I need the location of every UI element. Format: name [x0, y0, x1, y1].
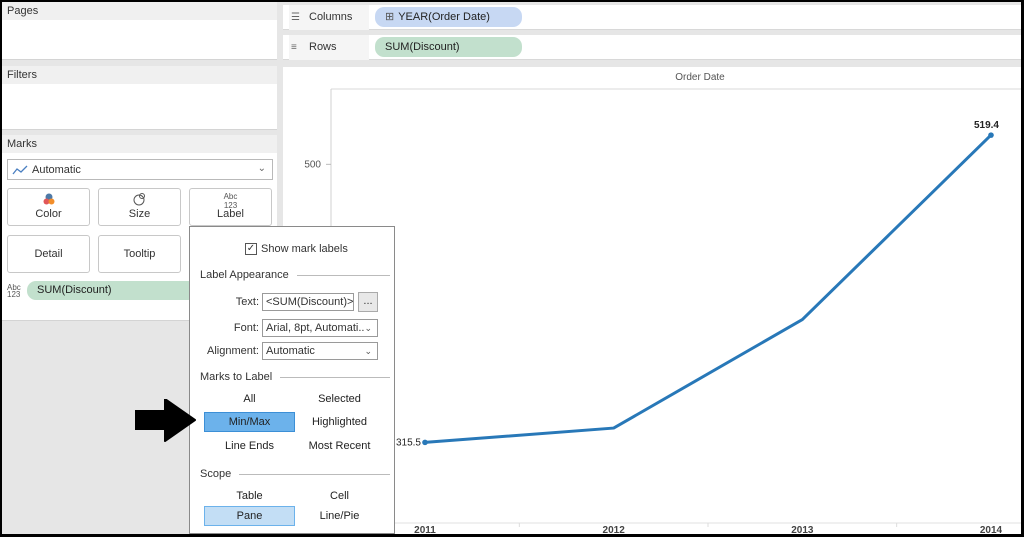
text-field[interactable]: <SUM(Discount)>	[262, 293, 354, 311]
columns-shelf-label: ☰ Columns	[289, 5, 369, 30]
alignment-value: Automatic	[266, 345, 315, 357]
detail-button[interactable]: Detail	[7, 235, 90, 273]
chevron-down-icon: ⌄	[364, 346, 372, 356]
sum-discount-rows-pill[interactable]: SUM(Discount)	[375, 37, 522, 57]
marks-title: Marks	[2, 135, 277, 153]
columns-icon: ☰	[291, 12, 300, 23]
color-button[interactable]: Color	[7, 188, 90, 226]
size-label: Size	[128, 208, 151, 220]
data-point	[422, 439, 428, 446]
tableau-workspace: Pages Filters Marks Automatic ⌄ Color Si…	[2, 2, 1021, 534]
scope-pane[interactable]: Pane	[204, 506, 295, 526]
show-mark-labels-text: Show mark labels	[261, 243, 348, 255]
columns-label-text: Columns	[309, 11, 353, 23]
color-icon	[8, 192, 89, 208]
filters-title: Filters	[2, 66, 277, 84]
divider	[296, 274, 390, 276]
rows-icon: ≡	[291, 42, 297, 53]
label-field-row: Abc 123 SUM(Discount)	[7, 281, 197, 300]
mark-type-value: Automatic	[32, 163, 81, 176]
x-tick-label: 2013	[791, 525, 814, 534]
label-appearance-title: Label Appearance	[200, 269, 289, 281]
option-most-recent[interactable]: Most Recent	[294, 436, 385, 456]
scope-line-pie[interactable]: Line/Pie	[294, 506, 385, 526]
chevron-down-icon: ⌄	[257, 163, 266, 174]
line-chart-icon	[12, 165, 28, 174]
font-field-label: Font:	[233, 322, 259, 334]
text-row: Text: <SUM(Discount)> ...	[190, 292, 390, 312]
text-edit-button[interactable]: ...	[358, 292, 378, 312]
size-icon	[99, 192, 180, 208]
option-highlighted[interactable]: Highlighted	[294, 412, 385, 432]
show-mark-labels-checkbox[interactable]: ✓	[245, 243, 257, 255]
y-tick-label: 500	[304, 159, 321, 170]
year-order-date-pill[interactable]: ⊞ YEAR(Order Date)	[375, 7, 522, 27]
size-button[interactable]: Size	[98, 188, 181, 226]
rows-shelf[interactable]: ≡ Rows SUM(Discount)	[283, 35, 1021, 60]
marks-to-label-title: Marks to Label	[200, 371, 273, 383]
font-dropdown[interactable]: Arial, 8pt, Automati.. ⌄	[262, 319, 378, 337]
annotation-arrow-icon	[135, 399, 196, 442]
columns-shelf[interactable]: ☰ Columns ⊞ YEAR(Order Date)	[283, 5, 1021, 30]
alignment-row: Alignment: Automatic ⌄	[190, 342, 390, 360]
label-icon: Abc 123	[190, 192, 271, 210]
pages-card[interactable]: Pages	[2, 2, 277, 60]
alignment-dropdown[interactable]: Automatic ⌄	[262, 342, 378, 360]
num-text: 123	[7, 289, 21, 299]
expand-icon[interactable]: ⊞	[385, 11, 394, 23]
chevron-down-icon: ⌄	[364, 323, 372, 333]
scope-table[interactable]: Table	[204, 486, 295, 506]
label-label: Label	[217, 208, 244, 220]
divider	[280, 376, 390, 378]
text-label-icon: Abc 123	[7, 283, 27, 299]
font-value: Arial, 8pt, Automati..	[266, 322, 365, 334]
scope-title: Scope	[200, 468, 232, 480]
x-tick-label: 2014	[980, 525, 1003, 534]
data-point	[988, 132, 994, 138]
rows-label-text: Rows	[309, 41, 337, 53]
option-min-max[interactable]: Min/Max	[204, 412, 295, 432]
label-appearance-section: Label Appearance	[200, 269, 390, 281]
label-popup: ✓ Show mark labels Label Appearance Text…	[189, 226, 395, 534]
scope-section: Scope	[200, 468, 390, 480]
marks-to-label-section: Marks to Label	[200, 371, 390, 383]
tooltip-label: Tooltip	[123, 248, 156, 260]
data-label: 315.5	[396, 437, 421, 448]
label-button[interactable]: Abc 123 Label	[189, 188, 272, 226]
data-label: 519.4	[974, 120, 999, 131]
option-line-ends[interactable]: Line Ends	[204, 436, 295, 456]
detail-label: Detail	[34, 248, 63, 260]
divider	[239, 473, 390, 475]
pages-title: Pages	[2, 2, 277, 20]
option-all[interactable]: All	[204, 389, 295, 409]
option-selected[interactable]: Selected	[294, 389, 385, 409]
series-line	[424, 134, 993, 444]
x-tick-label: 2011	[414, 525, 436, 534]
x-tick-label: 2012	[603, 525, 626, 534]
chart-title: Order Date	[675, 72, 725, 83]
label-icon-abc: Abc	[223, 192, 238, 201]
year-order-date-text: YEAR(Order Date)	[398, 11, 490, 23]
sum-discount-label-pill[interactable]: SUM(Discount)	[27, 281, 197, 300]
color-label: Color	[35, 208, 62, 220]
font-row: Font: Arial, 8pt, Automati.. ⌄	[190, 319, 390, 337]
filters-card[interactable]: Filters	[2, 66, 277, 130]
scope-cell[interactable]: Cell	[294, 486, 385, 506]
tooltip-button[interactable]: Tooltip	[98, 235, 181, 273]
show-mark-labels-row[interactable]: ✓ Show mark labels	[245, 243, 348, 255]
rows-shelf-label: ≡ Rows	[289, 35, 369, 60]
text-field-label: Text:	[235, 296, 259, 308]
alignment-field-label: Alignment:	[207, 345, 259, 357]
mark-type-dropdown[interactable]: Automatic ⌄	[7, 159, 273, 180]
